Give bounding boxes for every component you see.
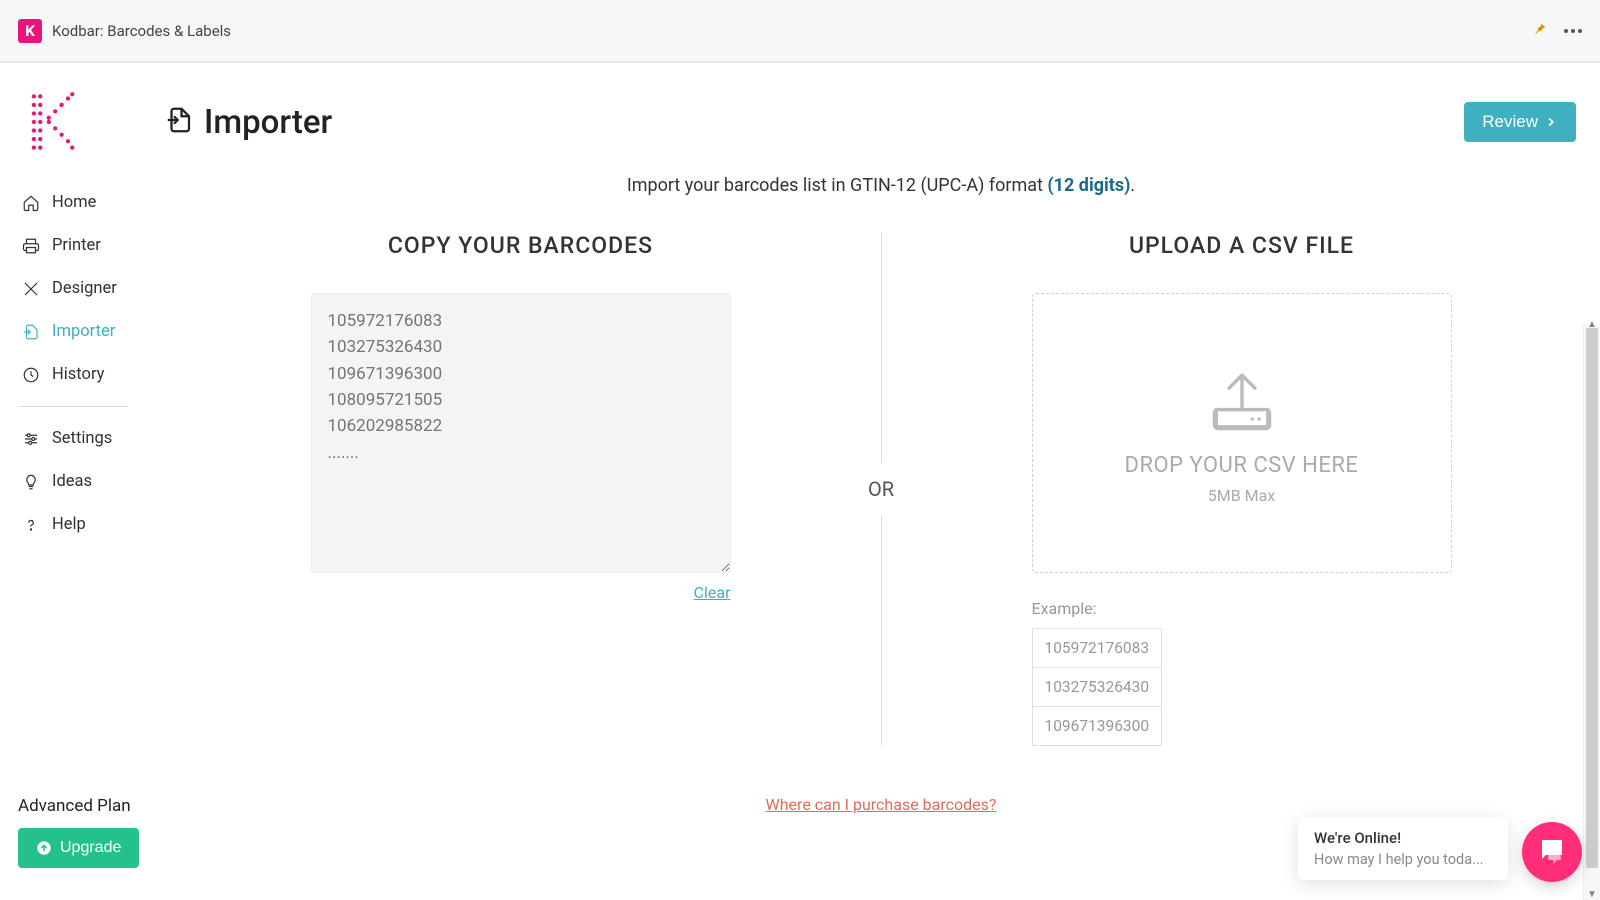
pin-icon[interactable]: [1532, 21, 1548, 41]
scroll-thumb[interactable]: [1586, 328, 1598, 868]
sidebar-item-label: Designer: [52, 279, 117, 298]
clear-link[interactable]: Clear: [311, 583, 731, 602]
sidebar-divider: [18, 406, 128, 407]
csv-dropzone[interactable]: DROP YOUR CSV HERE 5MB Max: [1032, 293, 1452, 573]
more-icon[interactable]: [1564, 29, 1582, 33]
sidebar-item-printer[interactable]: Printer: [18, 224, 166, 267]
page-title: Importer: [204, 103, 332, 142]
upload-csv-title: UPLOAD A CSV FILE: [949, 232, 1534, 259]
sidebar-item-label: Printer: [52, 236, 101, 255]
page-header: Importer Review: [0, 63, 1600, 163]
sidebar-item-label: Ideas: [52, 472, 92, 491]
review-button[interactable]: Review: [1464, 102, 1576, 142]
importer-page-icon: [164, 105, 194, 139]
chat-popup[interactable]: We're Online! How may I help you toda...: [1298, 817, 1508, 880]
sidebar-item-history[interactable]: History: [18, 353, 166, 396]
barcodes-textarea[interactable]: [311, 293, 731, 573]
example-label: Example:: [1032, 599, 1452, 618]
plan-label: Advanced Plan: [18, 796, 166, 816]
sidebar-item-label: Home: [52, 193, 96, 212]
purchase-barcodes-link[interactable]: Where can I purchase barcodes?: [766, 795, 997, 814]
sidebar-item-label: History: [52, 365, 105, 384]
chat-button[interactable]: [1522, 822, 1582, 882]
drop-label: DROP YOUR CSV HERE: [1125, 453, 1359, 478]
upgrade-button-label: Upgrade: [60, 839, 121, 857]
column-divider: OR: [851, 232, 911, 745]
upload-icon: [1199, 361, 1285, 445]
sidebar-item-label: Help: [52, 515, 86, 534]
chat-subtext: How may I help you toda...: [1314, 851, 1492, 868]
digits-link[interactable]: (12 digits): [1047, 175, 1130, 196]
import-intro: Import your barcodes list in GTIN-12 (UP…: [190, 175, 1572, 196]
copy-barcodes-title: COPY YOUR BARCODES: [228, 232, 813, 259]
example-row: 105972176083: [1032, 628, 1162, 668]
sidebar-item-help[interactable]: Help: [18, 503, 166, 546]
example-row: 103275326430: [1032, 667, 1162, 707]
scrollbar[interactable]: ▲ ▼: [1583, 325, 1600, 900]
sidebar-item-home[interactable]: Home: [18, 181, 166, 224]
app-icon: K: [18, 19, 42, 43]
chat-icon: [1537, 835, 1567, 869]
window-titlebar: K Kodbar: Barcodes & Labels: [0, 0, 1600, 62]
or-label: OR: [868, 463, 894, 515]
sidebar-item-settings[interactable]: Settings: [18, 417, 166, 460]
scroll-down-icon[interactable]: ▼: [1587, 889, 1597, 900]
example-row: 109671396300: [1032, 706, 1162, 746]
sidebar-item-importer[interactable]: Importer: [18, 310, 166, 353]
review-button-label: Review: [1482, 112, 1538, 132]
upgrade-button[interactable]: Upgrade: [18, 828, 139, 868]
sidebar-item-label: Settings: [52, 429, 112, 448]
sidebar-item-ideas[interactable]: Ideas: [18, 460, 166, 503]
brand-logo: [24, 90, 80, 154]
main-content: Import your barcodes list in GTIN-12 (UP…: [170, 163, 1600, 900]
sidebar-item-designer[interactable]: Designer: [18, 267, 166, 310]
app-title: Kodbar: Barcodes & Labels: [52, 22, 231, 40]
chat-header: We're Online!: [1314, 829, 1492, 847]
drop-sublabel: 5MB Max: [1208, 486, 1276, 505]
sidebar: Home Printer Designer Importer History: [0, 163, 170, 900]
sidebar-item-label: Importer: [52, 322, 115, 341]
